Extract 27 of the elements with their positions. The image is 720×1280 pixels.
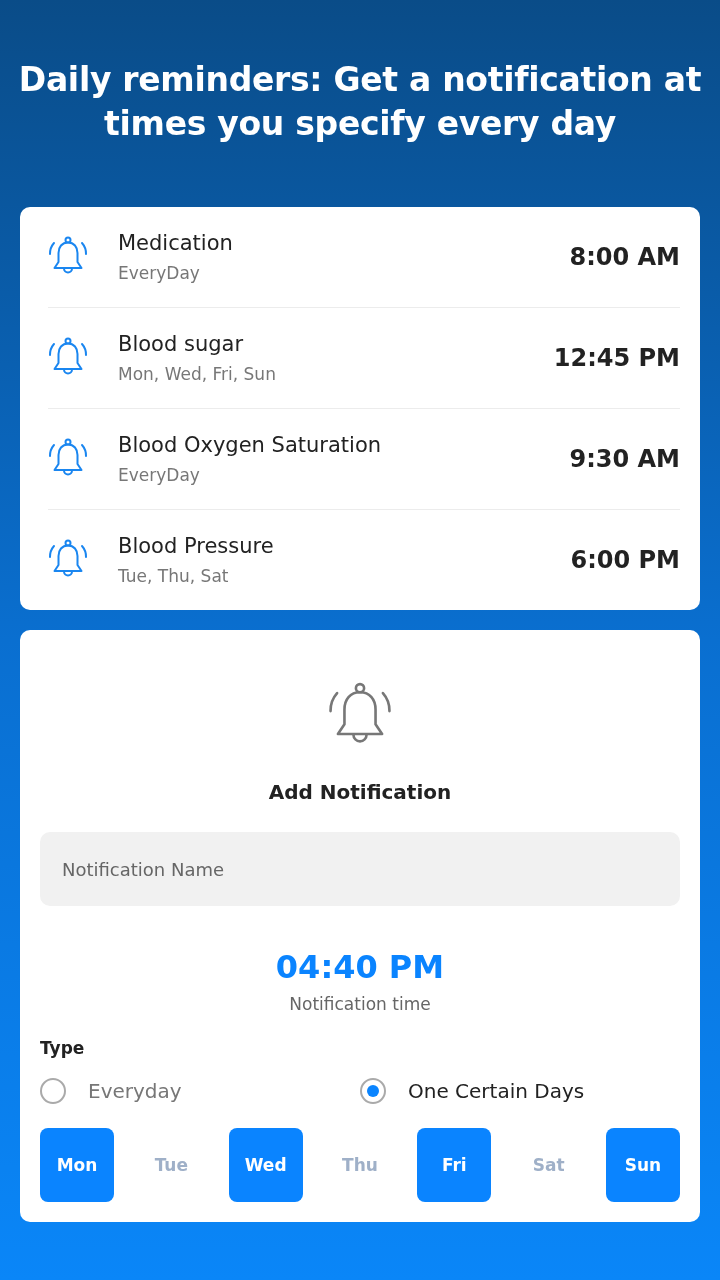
reminder-name: Blood Pressure <box>118 534 275 558</box>
day-button[interactable]: Tue <box>134 1128 209 1202</box>
reminder-name: Blood Oxygen Saturation <box>118 433 383 457</box>
reminder-time: 8:00 AM <box>569 243 680 271</box>
time-label: Notification time <box>289 994 431 1014</box>
reminder-time: 12:45 PM <box>553 344 680 372</box>
day-button[interactable]: Mon <box>40 1128 114 1202</box>
reminder-time: 6:00 PM <box>570 546 680 574</box>
radio-option[interactable]: Everyday <box>40 1078 360 1104</box>
reminder-time: 9:30 AM <box>569 445 680 473</box>
reminder-name: Blood sugar <box>118 332 245 356</box>
day-button[interactable]: Thu <box>323 1128 397 1202</box>
reminder-days: Mon, Wed, Fri, Sun <box>118 364 554 384</box>
reminder-name: Medication <box>118 231 234 255</box>
reminder-days: EveryDay <box>118 263 570 283</box>
radio-option[interactable]: One Certain Days <box>360 1078 680 1104</box>
day-button[interactable]: Fri <box>417 1128 492 1202</box>
headline: Daily reminders: Get a notification at times you specify every day <box>17 59 703 145</box>
reminder-days: EveryDay <box>118 465 570 485</box>
type-label: Type <box>40 1038 85 1058</box>
form-title: Add Notification <box>268 780 452 804</box>
day-button[interactable]: Wed <box>228 1128 303 1202</box>
day-button[interactable]: Sat <box>511 1128 586 1202</box>
input-field[interactable]: Notification Name <box>40 832 680 906</box>
reminder-days: Tue, Thu, Sat <box>118 566 571 586</box>
day-button[interactable]: Sun <box>605 1128 680 1202</box>
time-value[interactable]: 04:40 PM <box>275 948 445 986</box>
